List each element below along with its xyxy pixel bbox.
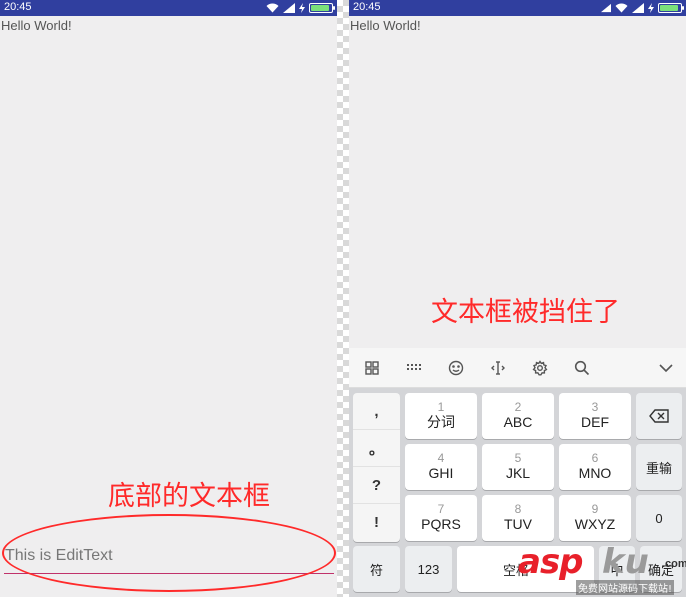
wifi-icon <box>615 3 628 13</box>
status-time: 20:45 <box>353 1 381 13</box>
right-screen: 20:45 Hello World! 文本框被挡住了 , 。 ? ! 1 分词 … <box>349 0 686 597</box>
key-number: 9 <box>591 502 599 516</box>
key-letters: DEF <box>581 414 609 430</box>
status-icons <box>266 2 335 14</box>
key-4[interactable]: 4 GHI <box>405 444 477 490</box>
key-8[interactable]: 8 TUV <box>482 495 554 541</box>
key-number: 6 <box>591 451 599 465</box>
language-button[interactable]: 中 <box>599 546 635 592</box>
key-letters: PQRS <box>421 516 461 532</box>
space-label: 空格 <box>503 562 530 578</box>
key-number: 2 <box>514 400 522 414</box>
key-1[interactable]: 1 分词 <box>405 393 477 439</box>
enter-label: 确定 <box>647 562 674 578</box>
grid-icon[interactable] <box>362 358 382 378</box>
status-icons <box>601 2 684 14</box>
key-letters: TUV <box>504 516 532 532</box>
key-number: 8 <box>514 502 522 516</box>
settings-icon[interactable] <box>530 358 550 378</box>
key-number: 3 <box>591 400 599 414</box>
space-key[interactable]: 空格 <box>457 546 594 592</box>
reinput-button[interactable]: 重输 <box>636 444 682 490</box>
symbol-question-key[interactable]: ? <box>353 467 400 504</box>
signal-icon <box>283 3 295 13</box>
key-9[interactable]: 9 WXYZ <box>559 495 631 541</box>
emoji-icon[interactable] <box>446 358 466 378</box>
key-3[interactable]: 3 DEF <box>559 393 631 439</box>
annotation-textbox-blocked: 文本框被挡住了 <box>431 297 620 328</box>
edit-text-value: This is EditText <box>5 547 113 564</box>
zero-label: 0 <box>655 510 663 526</box>
key-number: 5 <box>514 451 522 465</box>
status-bar: 20:45 <box>349 0 686 16</box>
numeric-button[interactable]: 123 <box>405 546 452 592</box>
key-5[interactable]: 5 JKL <box>482 444 554 490</box>
symbol-label: 符 <box>369 562 383 578</box>
symbol-period-key[interactable]: 。 <box>353 430 400 467</box>
key-letters: JKL <box>505 465 531 481</box>
charging-icon <box>299 3 305 13</box>
language-label: 中 <box>610 562 624 578</box>
symbol-exclaim-key[interactable]: ! <box>353 504 400 541</box>
backspace-button[interactable] <box>636 393 682 439</box>
edit-text-field[interactable]: This is EditText <box>4 542 334 576</box>
key-7[interactable]: 7 PQRS <box>405 495 477 541</box>
key-letters: ABC <box>503 414 533 430</box>
keyboard-icon[interactable] <box>404 358 424 378</box>
symbol-comma-key[interactable]: , <box>353 393 400 430</box>
key-number: 1 <box>437 400 445 414</box>
wifi-icon <box>266 3 279 13</box>
key-6[interactable]: 6 MNO <box>559 444 631 490</box>
charging-icon <box>648 3 654 13</box>
keyboard: , 。 ? ! 1 分词 2 ABC 3 DEF 4 GHI 5 JKL 6 M… <box>349 388 686 597</box>
chevron-down-icon[interactable] <box>656 358 676 378</box>
key-letters: WXYZ <box>574 516 616 532</box>
symbol-column: , 。 ? ! <box>353 393 400 542</box>
battery-icon <box>658 3 684 13</box>
backspace-icon <box>649 409 669 423</box>
status-time: 20:45 <box>4 1 32 13</box>
key-letters: MNO <box>578 465 612 481</box>
hello-text: Hello World! <box>350 18 421 33</box>
key-2[interactable]: 2 ABC <box>482 393 554 439</box>
hello-text: Hello World! <box>1 18 72 33</box>
numeric-label: 123 <box>417 561 440 577</box>
status-bar: 20:45 <box>0 0 337 16</box>
key-number: 4 <box>437 451 445 465</box>
symbol-button[interactable]: 符 <box>353 546 400 592</box>
battery-icon <box>309 3 335 13</box>
cursor-icon[interactable] <box>488 358 508 378</box>
annotation-bottom-textbox: 底部的文本框 <box>108 481 270 512</box>
key-letters: 分词 <box>427 414 455 430</box>
transparent-divider <box>337 0 349 597</box>
key-number: 7 <box>437 502 445 516</box>
left-screen: 20:45 Hello World! 底部的文本框 This is EditTe… <box>0 0 337 597</box>
signal-icon <box>632 3 644 13</box>
signal-icon <box>601 3 611 13</box>
zero-key[interactable]: 0 <box>636 495 682 541</box>
keyboard-toolbar <box>349 348 686 388</box>
enter-button[interactable]: 确定 <box>640 546 682 592</box>
search-icon[interactable] <box>572 358 592 378</box>
key-letters: GHI <box>428 465 454 481</box>
edit-text-underline <box>4 573 334 574</box>
reinput-label: 重输 <box>645 460 672 476</box>
